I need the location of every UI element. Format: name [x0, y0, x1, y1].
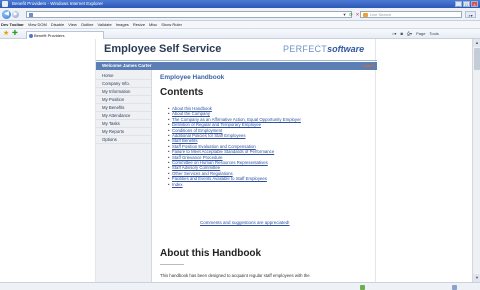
address-bar: ◀ ▶ ▾ ⟳ ✕ Live Search ⌕▾: [0, 8, 480, 21]
status-bar: [0, 282, 480, 290]
page-icon: [28, 13, 33, 17]
menu-outline[interactable]: Outline: [81, 21, 94, 28]
sidebar-item-my-attendance[interactable]: My Attendance: [96, 112, 151, 120]
dropdown-arrow-icon[interactable]: ▾: [342, 12, 347, 18]
scroll-up-arrow-icon[interactable]: ▲: [473, 39, 480, 47]
home-icon[interactable]: ⌂▾: [392, 31, 396, 37]
dev-toolbar-label: Dev Toolbar: [1, 22, 24, 27]
favorites-bar: ★ ✚ Benefit Providers ⌂▾ ◙ ⎙▾ Page Tools: [0, 29, 480, 39]
search-input[interactable]: Live Search: [360, 11, 462, 18]
sidebar-item-my-information[interactable]: My Information: [96, 88, 151, 96]
minimize-button[interactable]: _: [455, 1, 462, 7]
url-actions: ▾ ⟳ ✕: [342, 12, 360, 18]
zoom-icon[interactable]: [452, 284, 457, 290]
logoff-link[interactable]: Logoff: [362, 63, 374, 69]
live-search-icon: [362, 13, 368, 17]
maximize-button[interactable]: □: [463, 1, 470, 7]
table-of-contents: About this Handbook About the Company Th…: [168, 106, 368, 187]
menu-validate[interactable]: Validate: [98, 21, 112, 28]
feeds-icon[interactable]: ◙: [400, 31, 402, 37]
scroll-down-arrow-icon[interactable]: ▼: [473, 274, 480, 282]
welcome-bar: Welcome James Carter Logoff: [96, 62, 377, 70]
vertical-scrollbar[interactable]: ▲ ▼: [472, 39, 480, 282]
forward-button[interactable]: ▶: [12, 11, 19, 18]
breadcrumb[interactable]: Employee Handbook: [160, 74, 224, 81]
tab-page-icon: [28, 33, 33, 38]
brand-logo-part2: software: [327, 44, 365, 54]
menu-images[interactable]: Images: [116, 21, 129, 28]
toc-link[interactable]: Index: [168, 182, 368, 187]
brand-logo-part1: PERFECT: [283, 44, 328, 54]
close-button[interactable]: ×: [471, 1, 478, 7]
page-header: Employee Self Service PERFECTsoftware: [96, 39, 377, 61]
menu-view-dom[interactable]: View DOM: [28, 21, 47, 28]
sidebar-item-options[interactable]: Options: [96, 136, 151, 144]
window-controls: _ □ ×: [455, 1, 478, 7]
intro-paragraph: This handbook has been designed to acqua…: [160, 273, 310, 278]
tab-title: Benefit Providers: [34, 32, 65, 38]
scroll-thumb[interactable]: [474, 48, 480, 70]
sidebar-item-home[interactable]: Home: [96, 72, 151, 80]
menu-show-ruler[interactable]: Show Ruler: [161, 21, 182, 28]
suggestions-link[interactable]: Comments and suggestions are appreciated…: [200, 220, 290, 225]
sidebar-item-my-tasks[interactable]: My Tasks: [96, 120, 151, 128]
browser-tab[interactable]: Benefit Providers: [26, 30, 104, 39]
search-button[interactable]: ⌕▾: [465, 11, 476, 18]
print-icon[interactable]: ⎙▾: [407, 31, 412, 37]
page-menu[interactable]: Page: [416, 31, 425, 37]
welcome-text: Welcome James Carter: [102, 63, 152, 68]
sidebar-item-my-benefits[interactable]: My Benefits: [96, 104, 151, 112]
sidebar-item-my-reports[interactable]: My Reports: [96, 128, 151, 136]
window-title: Benefit Providers - Windows Internet Exp…: [12, 1, 104, 6]
brand-logo: PERFECTsoftware: [283, 44, 364, 54]
back-button[interactable]: ◀: [2, 10, 11, 19]
menu-disable[interactable]: Disable: [51, 21, 64, 28]
section-heading: About this Handbook: [160, 248, 262, 259]
browser-viewport: Employee Self Service PERFECTsoftware We…: [0, 39, 472, 282]
url-field[interactable]: [26, 11, 352, 18]
menu-resize[interactable]: Resize: [133, 21, 145, 28]
menu-misc[interactable]: Misc: [149, 21, 157, 28]
window-titlebar: Benefit Providers - Windows Internet Exp…: [0, 0, 480, 8]
contents-heading: Contents: [160, 87, 204, 98]
refresh-icon[interactable]: ⟳: [349, 12, 354, 18]
section-divider: [160, 264, 184, 265]
dev-toolbar: Dev Toolbar View DOM Disable View Outlin…: [0, 21, 480, 29]
main-content: Employee Handbook Contents About this Ha…: [160, 70, 372, 282]
command-bar: ⌂▾ ◙ ⎙▾ Page Tools: [392, 31, 439, 37]
ess-page: Employee Self Service PERFECTsoftware We…: [95, 39, 377, 282]
page-title: Employee Self Service: [104, 43, 222, 55]
tools-menu[interactable]: Tools: [429, 31, 438, 37]
favorites-star-icon[interactable]: ★: [3, 30, 9, 38]
internet-zone-icon: [360, 284, 365, 290]
sidebar-item-company-info[interactable]: Company Info.: [96, 80, 151, 88]
sidebar-item-my-position[interactable]: My Position: [96, 96, 151, 104]
sidebar-nav: Home Company Info. My Information My Pos…: [96, 70, 152, 282]
search-placeholder: Live Search: [370, 12, 392, 17]
add-favorite-icon[interactable]: ✚: [12, 30, 18, 38]
ie-icon: [2, 1, 8, 7]
menu-view[interactable]: View: [68, 21, 77, 28]
